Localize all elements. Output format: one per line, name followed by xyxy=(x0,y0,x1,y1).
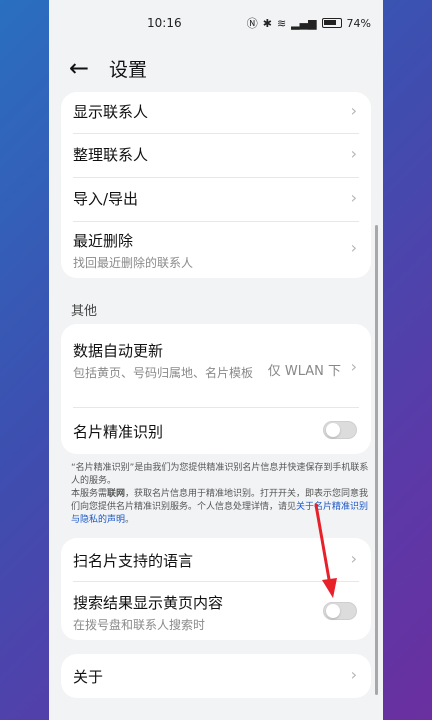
description-end: 。 xyxy=(125,515,135,525)
recently-deleted-item[interactable]: 最近删除 找回最近删除的联系人 › xyxy=(73,222,359,278)
status-bar: 10:16 Ⓝ ✱ ≋ ▂▄▆ 74% xyxy=(49,0,383,46)
chevron-right-icon: › xyxy=(350,238,357,257)
bluetooth-icon: ✱ xyxy=(262,16,272,30)
yellow-pages-toggle[interactable] xyxy=(323,602,357,620)
chevron-right-icon: › xyxy=(350,665,357,684)
chevron-right-icon: › xyxy=(350,549,357,568)
yellow-pages-item: 搜索结果显示黄页内容 在拨号盘和联系人搜索时 xyxy=(73,582,359,640)
about-item[interactable]: 关于 › xyxy=(73,654,359,698)
about-label: 关于 xyxy=(73,668,104,686)
import-export-item[interactable]: 导入/导出 › xyxy=(73,178,359,222)
description-line1: “名片精准识别”是由我们为您提供精准识别名片信息并快速保存到手机联系人的服务。 xyxy=(71,463,369,486)
auto-update-sub: 包括黄页、号码归属地、名片模板 xyxy=(73,366,254,380)
import-export-label: 导入/导出 xyxy=(73,190,139,208)
card-recognition-item: 名片精准识别 xyxy=(73,408,359,454)
yellow-pages-sub: 在拨号盘和联系人搜索时 xyxy=(73,618,206,632)
auto-update-item[interactable]: 数据自动更新 包括黄页、号码归属地、名片模板 仅 WLAN 下 › xyxy=(73,324,359,408)
battery-level: 74% xyxy=(346,16,371,30)
about-card: 关于 › xyxy=(61,654,371,698)
status-time: 10:16 xyxy=(147,16,182,30)
display-contacts-label: 显示联系人 xyxy=(73,103,149,121)
signal-icon: ▂▄▆ xyxy=(291,16,317,30)
page-title: 设置 xyxy=(109,59,148,81)
battery-icon xyxy=(321,18,342,28)
card-recognition-label: 名片精准识别 xyxy=(73,423,164,441)
title-bar: ← 设置 xyxy=(49,46,383,90)
nfc-icon: Ⓝ xyxy=(246,17,258,30)
recently-deleted-sub: 找回最近删除的联系人 xyxy=(73,256,194,270)
scrollbar[interactable] xyxy=(375,225,378,695)
chevron-right-icon: › xyxy=(350,101,357,120)
organize-contacts-label: 整理联系人 xyxy=(73,146,149,164)
description-line2a: 本服务需 xyxy=(71,489,108,499)
back-arrow-icon[interactable]: ← xyxy=(69,54,89,82)
card-recognition-toggle[interactable] xyxy=(323,421,357,439)
card-recognition-description: “名片精准识别”是由我们为您提供精准识别名片信息并快速保存到手机联系人的服务。 … xyxy=(71,462,371,527)
chevron-right-icon: › xyxy=(350,188,357,207)
contacts-settings-card: 显示联系人 › 整理联系人 › 导入/导出 › 最近删除 找回最近删除的联系人 … xyxy=(61,92,371,278)
section-other-title: 其他 xyxy=(71,304,98,319)
description-bold: 联网 xyxy=(107,489,126,499)
card-scan-settings-card: 扫名片支持的语言 › 搜索结果显示黄页内容 在拨号盘和联系人搜索时 xyxy=(61,538,371,640)
auto-update-label: 数据自动更新 xyxy=(73,342,164,360)
organize-contacts-item[interactable]: 整理联系人 › xyxy=(73,134,359,178)
chevron-right-icon: › xyxy=(350,144,357,163)
scan-languages-label: 扫名片支持的语言 xyxy=(73,552,194,570)
display-contacts-item[interactable]: 显示联系人 › xyxy=(73,92,359,134)
other-settings-card: 数据自动更新 包括黄页、号码归属地、名片模板 仅 WLAN 下 › 名片精准识别 xyxy=(61,324,371,454)
yellow-pages-label: 搜索结果显示黄页内容 xyxy=(73,594,224,612)
chevron-right-icon: › xyxy=(350,357,357,376)
recently-deleted-label: 最近删除 xyxy=(73,232,134,250)
auto-update-value: 仅 WLAN 下 xyxy=(267,364,341,379)
wifi-icon: ≋ xyxy=(276,16,287,30)
phone-screen: 10:16 Ⓝ ✱ ≋ ▂▄▆ 74% ← 设置 显示联系人 › 整理联系人 ›… xyxy=(49,0,383,720)
scan-languages-item[interactable]: 扫名片支持的语言 › xyxy=(73,538,359,582)
status-icons: Ⓝ ✱ ≋ ▂▄▆ 74% xyxy=(247,15,371,31)
